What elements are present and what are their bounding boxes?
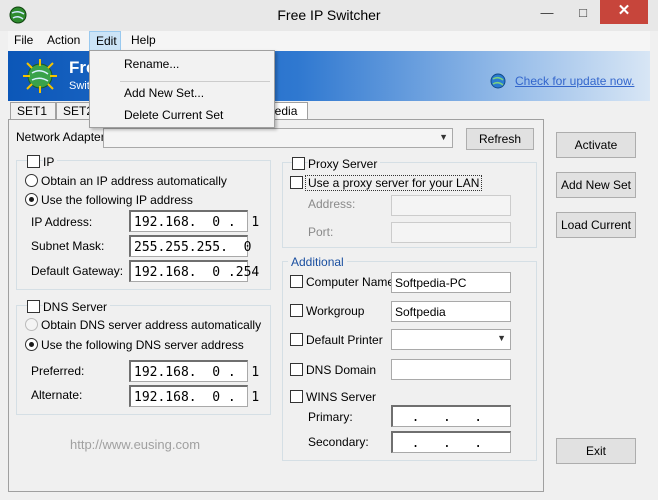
chevron-down-icon: ▼ <box>497 333 506 343</box>
ip-manual-label: Use the following IP address <box>41 193 193 207</box>
refresh-button[interactable]: Refresh <box>466 128 534 150</box>
menu-separator <box>120 81 270 82</box>
ip-address-label: IP Address: <box>31 215 93 229</box>
exit-button[interactable]: Exit <box>556 438 636 464</box>
menu-item-rename[interactable]: Rename... <box>124 57 179 71</box>
computer-name-checkbox[interactable] <box>290 275 303 288</box>
maximize-button[interactable]: □ <box>566 1 600 25</box>
load-current-button[interactable]: Load Current <box>556 212 636 238</box>
banner-subtitle: Swit <box>69 80 90 92</box>
default-printer-select[interactable]: ▼ <box>391 329 511 350</box>
default-gateway-label: Default Gateway: <box>31 264 124 278</box>
dns-manual-radio[interactable] <box>25 338 38 351</box>
workgroup-input[interactable]: Softpedia <box>391 301 511 322</box>
menu-item-delete-current-set[interactable]: Delete Current Set <box>124 108 223 122</box>
workgroup-label: Workgroup <box>306 304 365 318</box>
subnet-mask-input[interactable]: 255.255.255. 0 <box>129 235 251 257</box>
dns-auto-radio[interactable] <box>25 318 38 331</box>
menu-edit[interactable]: Edit <box>89 31 121 51</box>
dns-group-label: DNS Server <box>43 300 111 314</box>
minimize-button[interactable]: — <box>530 1 564 25</box>
proxy-port-input[interactable] <box>391 222 511 243</box>
ip-auto-radio[interactable] <box>25 174 38 187</box>
ip-checkbox[interactable] <box>27 155 40 168</box>
check-update-link[interactable]: Check for update now. <box>515 74 634 88</box>
menu-item-add-new-set[interactable]: Add New Set... <box>124 86 204 100</box>
workgroup-checkbox[interactable] <box>290 304 303 317</box>
dns-checkbox[interactable] <box>27 300 40 313</box>
activate-button[interactable]: Activate <box>556 132 636 158</box>
alternate-dns-input[interactable]: 192.168. 0 . 1 <box>129 385 259 407</box>
wins-server-label: WINS Server <box>306 390 377 404</box>
ip-manual-radio[interactable] <box>25 193 38 206</box>
dns-domain-checkbox[interactable] <box>290 363 303 376</box>
use-proxy-checkbox[interactable] <box>290 176 303 189</box>
proxy-group-label: Proxy Server <box>308 157 381 171</box>
logo-starburst-icon <box>23 59 57 93</box>
preferred-dns-label: Preferred: <box>31 364 85 378</box>
chevron-down-icon: ▼ <box>439 132 448 142</box>
ip-address-input[interactable]: 192.168. 0 . 1 <box>129 210 259 232</box>
dns-auto-label: Obtain DNS server address automatically <box>41 318 262 332</box>
proxy-address-input[interactable] <box>391 195 511 216</box>
tab-set1[interactable]: SET1 <box>10 102 56 119</box>
wins-server-checkbox[interactable] <box>290 390 303 403</box>
ip-group-label: IP <box>43 155 58 169</box>
close-button[interactable]: ✕ <box>600 0 648 24</box>
proxy-server-checkbox[interactable] <box>292 157 305 170</box>
dns-domain-input[interactable] <box>391 359 511 380</box>
alternate-dns-label: Alternate: <box>31 388 83 402</box>
default-printer-checkbox[interactable] <box>290 333 303 346</box>
dns-manual-label: Use the following DNS server address <box>41 338 244 352</box>
wins-primary-input[interactable]: . . . <box>391 405 511 427</box>
default-gateway-input[interactable]: 192.168. 0 .254 <box>129 260 259 282</box>
use-proxy-label: Use a proxy server for your LAN <box>305 175 483 191</box>
proxy-address-label: Address: <box>308 197 356 211</box>
computer-name-label: Computer Name <box>306 275 395 289</box>
wins-secondary-input[interactable]: . . . <box>391 431 511 453</box>
wins-primary-label: Primary: <box>308 410 353 424</box>
wins-secondary-label: Secondary: <box>308 435 369 449</box>
menu-edit-label: Edit <box>96 34 117 48</box>
additional-group-label: Additional <box>288 255 347 269</box>
website-watermark: http://www.eusing.com <box>70 437 201 452</box>
menu-file[interactable]: File <box>14 33 33 47</box>
network-adapter-select[interactable]: ▼ <box>103 128 453 148</box>
globe-icon <box>490 73 506 89</box>
edit-menu-dropdown: Rename... Add New Set... Delete Current … <box>89 50 275 128</box>
menu-action[interactable]: Action <box>47 33 80 47</box>
add-new-set-button[interactable]: Add New Set <box>556 172 636 198</box>
network-adapter-label: Network Adapter: <box>16 130 109 144</box>
proxy-port-label: Port: <box>308 225 334 239</box>
dns-domain-label: DNS Domain <box>306 363 377 377</box>
preferred-dns-input[interactable]: 192.168. 0 . 1 <box>129 360 259 382</box>
computer-name-input[interactable]: Softpedia-PC <box>391 272 511 293</box>
ip-auto-label: Obtain an IP address automatically <box>41 174 227 188</box>
subnet-mask-label: Subnet Mask: <box>31 239 105 253</box>
menu-help[interactable]: Help <box>131 33 156 47</box>
default-printer-label: Default Printer <box>306 333 383 347</box>
